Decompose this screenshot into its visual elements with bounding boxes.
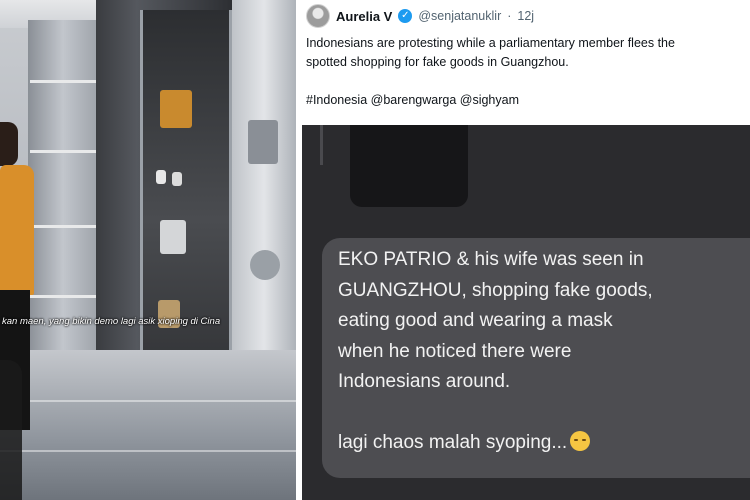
shop-shelves: [28, 20, 100, 350]
display-item: [248, 120, 278, 164]
tweet-timestamp[interactable]: 12j: [517, 9, 534, 23]
message-line: EKO PATRIO & his wife was seen in: [338, 249, 644, 270]
shelf: [30, 80, 96, 83]
tweet-header: Aurelia V ✓ @senjatanuklir · 12j: [306, 4, 534, 28]
shelf: [30, 225, 96, 228]
message-line: eating good and wearing a mask: [338, 310, 613, 331]
verified-badge-icon: ✓: [398, 9, 413, 23]
message-tail-line: lagi chaos malah syoping...: [338, 428, 750, 459]
tweet-text-line: spotted shopping for fake goods in Guang…: [306, 55, 569, 69]
foreground-figure: [0, 360, 22, 500]
person-jacket: [0, 165, 34, 295]
person-head: [0, 122, 18, 166]
chat-edge: [320, 125, 323, 165]
tweet-body: Indonesians are protesting while a parli…: [306, 34, 748, 72]
handbag: [160, 90, 192, 128]
floor-reflection: [0, 450, 296, 452]
mall-photo: kan maen, yang bikin demo lagi asik xiop…: [0, 0, 296, 500]
tweet-text-line: Indonesians are protesting while a parli…: [306, 36, 675, 50]
chat-message: EKO PATRIO & his wife was seen in GUANGZ…: [338, 245, 750, 459]
video-caption: kan maen, yang bikin demo lagi asik xiop…: [2, 316, 221, 327]
product: [156, 170, 166, 184]
display-item: [250, 250, 280, 280]
avatar[interactable]: [306, 4, 330, 28]
message-line: GUANGZHOU, shopping fake goods,: [338, 279, 653, 301]
message-line: Indonesians around.: [338, 371, 511, 392]
author-handle[interactable]: @senjatanuklir: [418, 9, 501, 23]
author-name[interactable]: Aurelia V: [336, 9, 392, 24]
shelf: [30, 150, 96, 153]
tweet-hashtags[interactable]: #Indonesia @barengwarga @sighyam: [306, 93, 519, 107]
handbag: [160, 220, 186, 254]
chat-screenshot: EKO PATRIO & his wife was seen in GUANGZ…: [302, 125, 750, 500]
mall-floor: [0, 350, 296, 500]
media-placeholder: [350, 125, 468, 207]
message-tail: lagi chaos malah syoping...: [338, 432, 568, 453]
separator: ·: [507, 9, 512, 23]
floor-reflection: [0, 400, 296, 402]
pensive-face-icon: [570, 431, 591, 451]
product: [172, 172, 182, 186]
message-line: when he noticed there were: [338, 340, 572, 362]
shelf: [30, 295, 96, 298]
